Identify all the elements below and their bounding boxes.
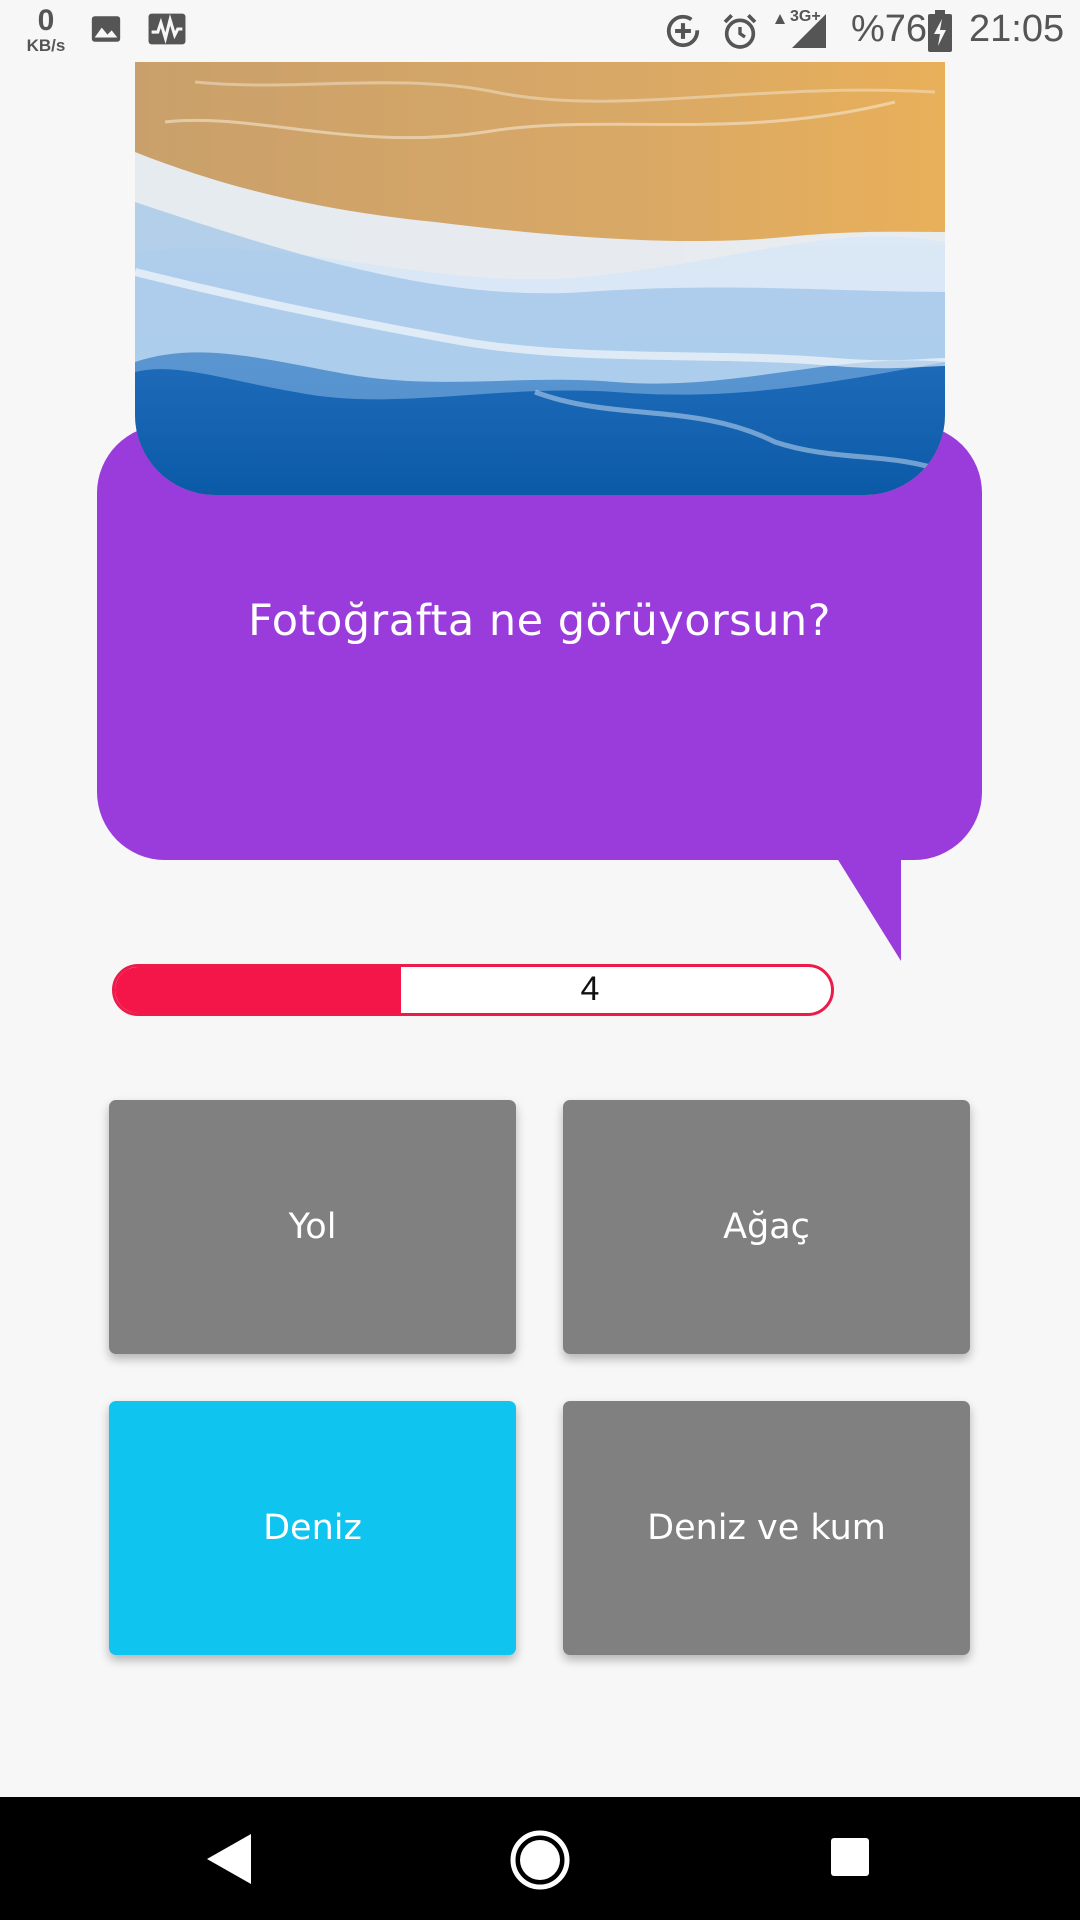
alarm-icon	[720, 12, 760, 56]
question-image	[135, 62, 945, 495]
timer-value: 4	[580, 970, 600, 1008]
back-icon[interactable]	[205, 1832, 253, 1890]
answer-button-2[interactable]: Ağaç	[563, 1100, 970, 1354]
bubble-tail	[835, 855, 901, 961]
network-speed: 0 KB/s	[20, 4, 72, 55]
network-type: 3G+	[790, 8, 821, 25]
clock: 21:05	[969, 8, 1065, 50]
network-speed-value: 0	[37, 4, 55, 37]
question-text: Fotoğrafta ne görüyorsun?	[248, 596, 831, 646]
answer-button-1[interactable]: Yol	[109, 1100, 516, 1354]
navigation-bar	[0, 1797, 1080, 1920]
timer-fill	[115, 967, 402, 1013]
status-bar: 0 KB/s 3G+ %76 21:05	[0, 0, 1080, 62]
network-speed-unit: KB/s	[26, 36, 66, 55]
image-icon	[89, 12, 123, 50]
recents-icon[interactable]	[830, 1837, 870, 1881]
data-saver-icon	[664, 12, 702, 54]
answer-button-3[interactable]: Deniz	[109, 1401, 516, 1655]
timer-bar: 4	[112, 964, 834, 1016]
battery-percent: %76	[851, 8, 928, 50]
battery-charging-icon	[928, 10, 952, 56]
answer-button-4[interactable]: Deniz ve kum	[563, 1401, 970, 1655]
home-icon[interactable]	[508, 1828, 572, 1896]
activity-icon	[147, 12, 187, 50]
